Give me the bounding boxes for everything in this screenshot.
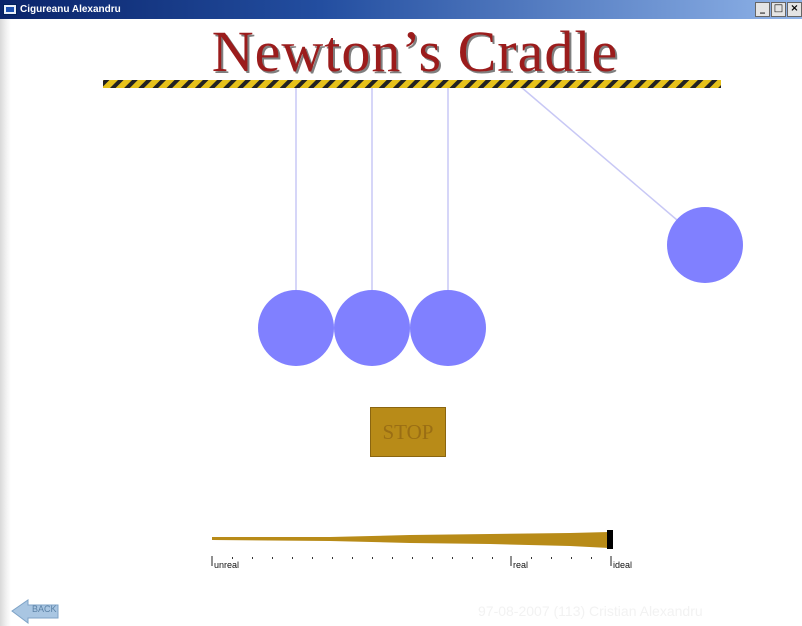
tick-minor <box>272 557 273 559</box>
back-button[interactable]: BACK <box>12 599 58 623</box>
tick-minor <box>472 557 473 559</box>
tick-minor <box>252 557 253 559</box>
cradle-stage <box>11 80 743 624</box>
tick-minor <box>332 557 333 559</box>
app-window: Cigureanu Alexandru _ □ × Newton’s Cradl… <box>0 0 802 626</box>
tick-minor-group <box>232 557 592 559</box>
slider-thumb[interactable] <box>607 530 613 549</box>
tick-minor <box>372 557 373 559</box>
slider-label-ideal: ideal <box>613 560 633 570</box>
tick-minor <box>591 557 592 559</box>
ball-3[interactable] <box>410 290 486 366</box>
slider-label-unreal: unreal <box>214 560 240 570</box>
ball-2[interactable] <box>334 290 410 366</box>
tick-minor <box>432 557 433 559</box>
watermark-text: 97-08-2007 (113) Cristian Alexandru <box>478 603 703 619</box>
balls <box>258 207 743 366</box>
strings <box>295 86 678 292</box>
page-title: Newton’s Cradle <box>211 19 619 84</box>
string-4 <box>520 86 678 221</box>
tick-minor <box>531 557 532 559</box>
slider-label-real: real <box>513 560 529 570</box>
ball-1[interactable] <box>258 290 334 366</box>
tick-minor <box>412 557 413 559</box>
tick-minor <box>392 557 393 559</box>
tick-minor <box>492 557 493 559</box>
tick-minor <box>232 557 233 559</box>
tick-minor <box>292 557 293 559</box>
back-label: BACK <box>32 604 57 614</box>
ball-4-swinging[interactable] <box>667 207 743 283</box>
stop-button[interactable]: STOP <box>370 407 446 457</box>
tick-minor <box>312 557 313 559</box>
slider-track[interactable] <box>212 532 609 548</box>
tick-minor <box>452 557 453 559</box>
tick-minor <box>352 557 353 559</box>
tick-minor <box>571 557 572 559</box>
tick-minor <box>551 557 552 559</box>
realism-slider[interactable] <box>211 530 613 566</box>
